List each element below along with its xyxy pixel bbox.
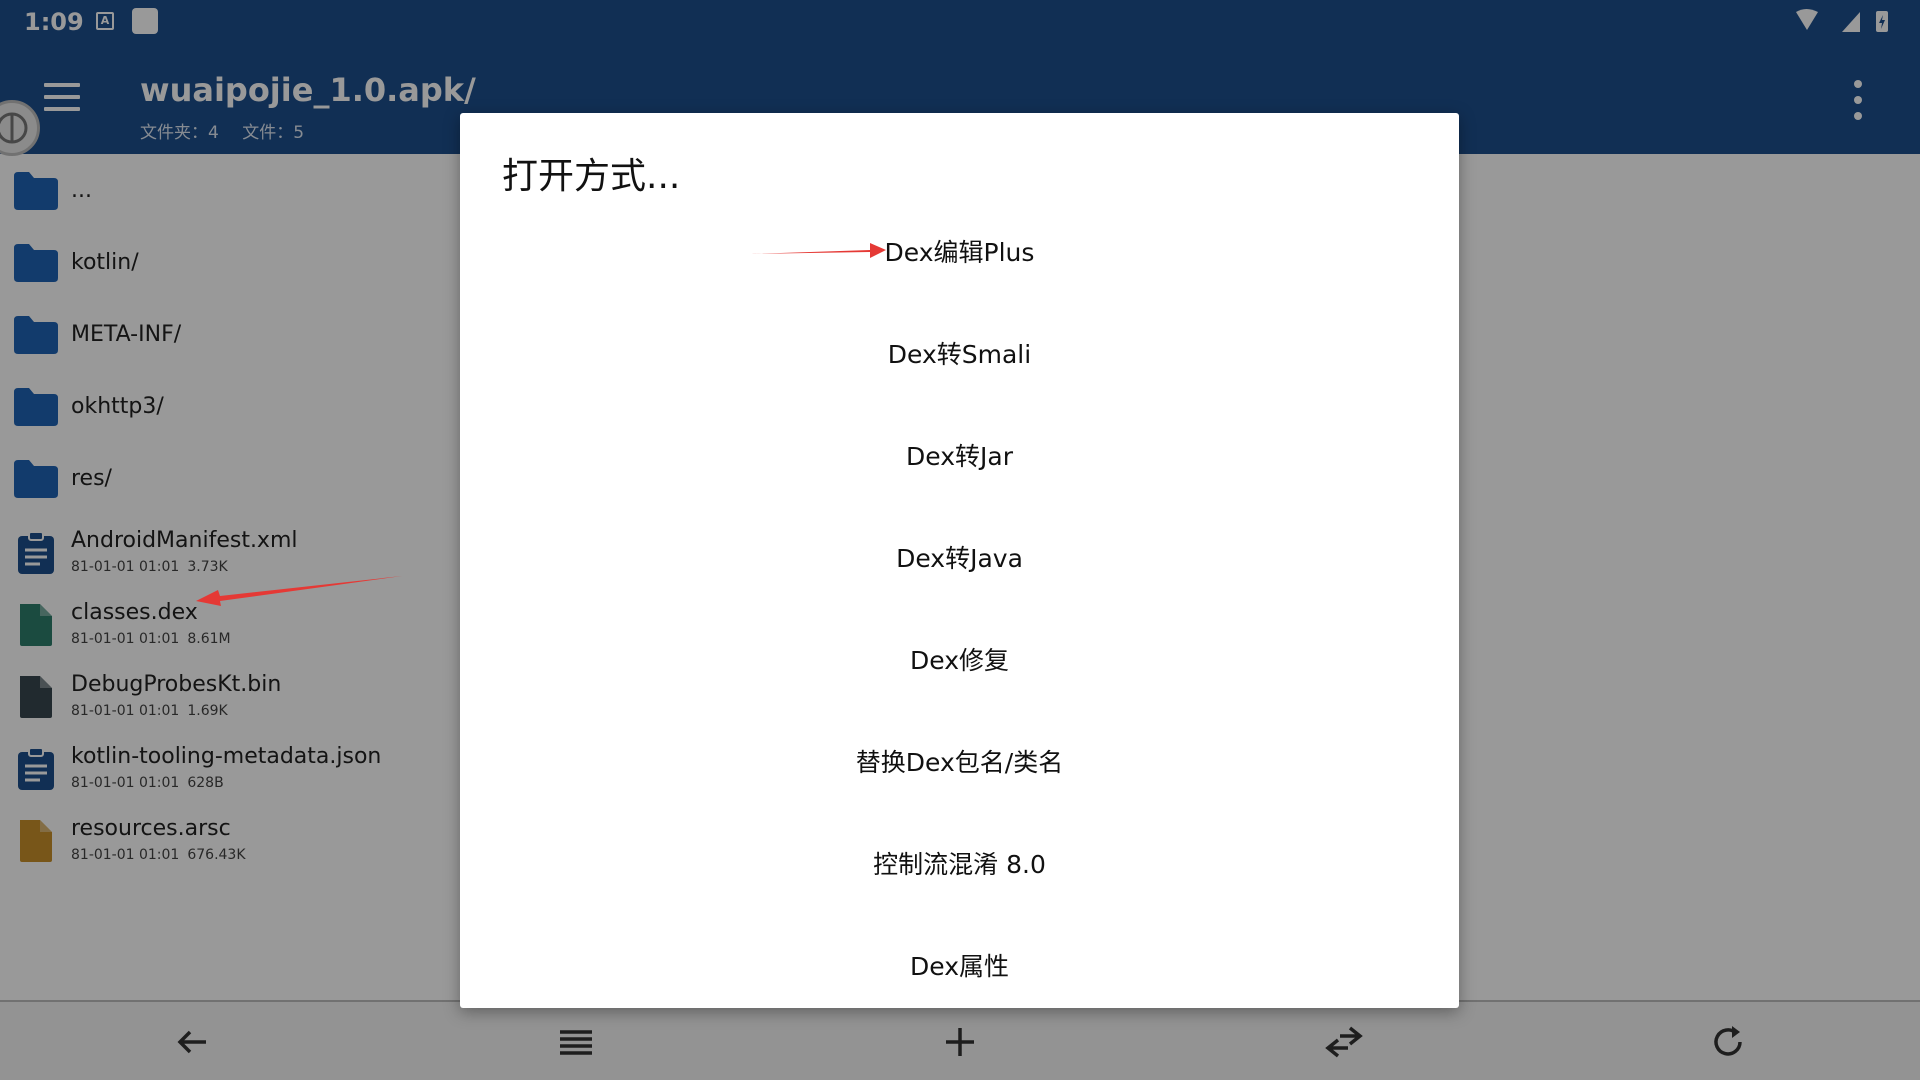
dialog-option[interactable]: Dex编辑Plus bbox=[460, 213, 1459, 293]
dialog-option[interactable]: Dex转Jar bbox=[460, 417, 1459, 497]
dialog-option[interactable]: Dex转Smali bbox=[460, 315, 1459, 395]
dialog-option[interactable]: 控制流混淆 8.0 bbox=[460, 825, 1459, 905]
dialog-option[interactable]: Dex修复 bbox=[460, 621, 1459, 701]
dialog-option[interactable]: 替换Dex包名/类名 bbox=[460, 723, 1459, 803]
annotation-arrow-icon bbox=[196, 576, 402, 606]
dialog-title: 打开方式... bbox=[502, 156, 681, 197]
annotation-arrow-icon bbox=[750, 243, 886, 258]
dialog-option[interactable]: Dex转Java bbox=[460, 519, 1459, 599]
open-with-dialog: 打开方式... Dex编辑Plus Dex转Smali Dex转Jar Dex转Jav… bbox=[460, 113, 1459, 1008]
dialog-option[interactable]: Dex属性 bbox=[460, 927, 1459, 1007]
